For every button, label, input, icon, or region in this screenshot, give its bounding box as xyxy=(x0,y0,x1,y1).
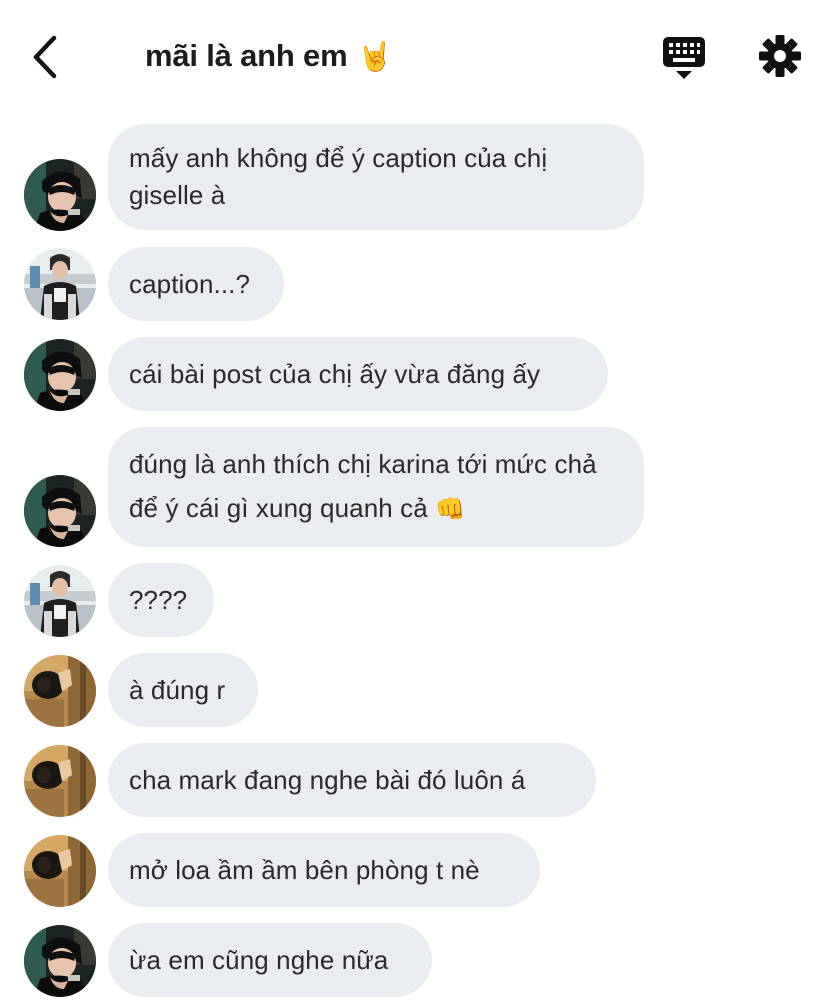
chevron-left-icon xyxy=(22,35,68,88)
avatar[interactable] xyxy=(24,835,96,907)
avatar[interactable] xyxy=(24,339,96,411)
back-button[interactable] xyxy=(22,30,68,84)
keyboard-button[interactable] xyxy=(660,34,708,82)
message-text: mấy anh không để ý caption của chị gisel… xyxy=(129,143,548,210)
avatar[interactable] xyxy=(24,565,96,637)
message-text: mở loa ầm ầm bên phòng t nè xyxy=(129,854,480,885)
settings-button[interactable] xyxy=(758,34,802,78)
avatar[interactable] xyxy=(24,925,96,997)
message-bubble[interactable]: ừa em cũng nghe nữa xyxy=(108,923,432,997)
avatar[interactable] xyxy=(24,475,96,547)
message-text: đúng là anh thích chị karina tới mức chả… xyxy=(129,442,623,532)
message-bubble[interactable]: mấy anh không để ý caption của chị gisel… xyxy=(108,124,644,230)
rock-hand-emoji: 🤘 xyxy=(357,41,393,72)
keyboard-icon xyxy=(660,37,708,86)
fist-emoji: 👊 xyxy=(435,496,466,523)
message-text-body: đúng là anh thích chị karina tới mức chả… xyxy=(129,449,597,523)
message-text: ừa em cũng nghe nữa xyxy=(129,944,389,975)
message-bubble[interactable]: mở loa ầm ầm bên phòng t nè xyxy=(108,833,540,907)
avatar[interactable] xyxy=(24,248,96,320)
message-text: cái bài post của chị ấy vừa đăng ấy xyxy=(129,358,541,389)
message-text: caption...? xyxy=(129,268,251,299)
message-text: à đúng r xyxy=(129,674,226,705)
message-bubble[interactable]: à đúng r xyxy=(108,653,258,727)
message-bubble[interactable]: ???? xyxy=(108,563,214,637)
message-text: cha mark đang nghe bài đó luôn á xyxy=(129,764,526,795)
message-bubble[interactable]: caption...? xyxy=(108,247,284,321)
avatar[interactable] xyxy=(24,655,96,727)
message-bubble[interactable]: đúng là anh thích chị karina tới mức chả… xyxy=(108,427,644,547)
message-bubble[interactable]: cha mark đang nghe bài đó luôn á xyxy=(108,743,596,817)
message-bubble[interactable]: cái bài post của chị ấy vừa đăng ấy xyxy=(108,337,608,411)
chat-header: mãi là anh em 🤘 xyxy=(0,0,828,115)
message-text: ???? xyxy=(129,584,188,615)
avatar[interactable] xyxy=(24,745,96,817)
gear-icon xyxy=(758,35,802,82)
avatar[interactable] xyxy=(24,159,96,231)
chat-title-text: mãi là anh em xyxy=(145,38,348,73)
chat-title: mãi là anh em 🤘 xyxy=(145,38,392,74)
